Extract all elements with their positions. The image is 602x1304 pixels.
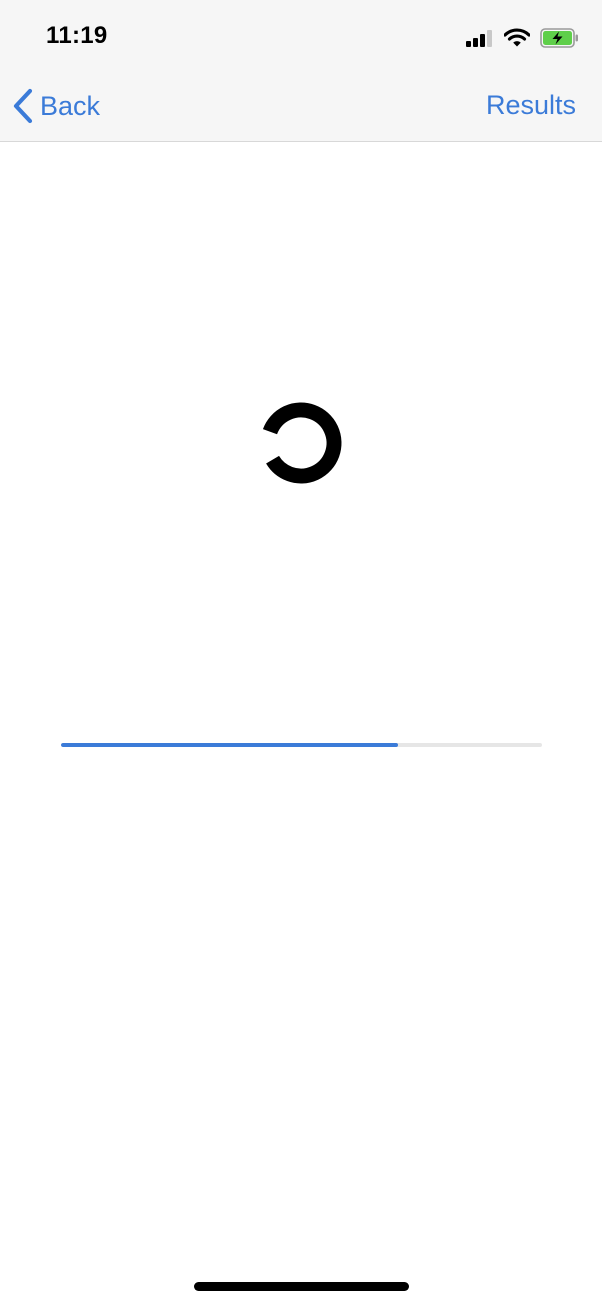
progress-bar-fill (61, 743, 398, 747)
navigation-bar: 11:19 Back Results (0, 0, 602, 142)
wifi-icon (503, 28, 531, 48)
status-time: 11:19 (46, 22, 108, 49)
cellular-signal-icon (466, 29, 494, 47)
results-button[interactable]: Results (486, 90, 576, 121)
progress-bar (61, 743, 542, 747)
chevron-left-icon (12, 88, 34, 124)
loading-spinner-icon (256, 398, 346, 488)
back-button[interactable]: Back (12, 86, 100, 126)
screen: 11:19 Back Results (0, 0, 602, 1304)
home-indicator[interactable] (194, 1282, 409, 1291)
back-button-label: Back (40, 90, 101, 121)
status-icons (466, 26, 580, 50)
battery-charging-icon (540, 28, 580, 48)
